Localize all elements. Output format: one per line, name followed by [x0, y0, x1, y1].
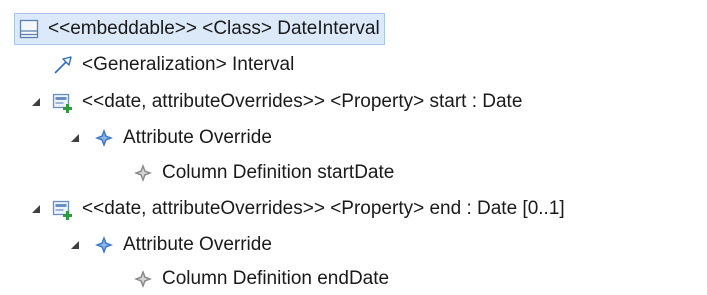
property-icon [52, 91, 74, 113]
tree-item-label: Column Definition startDate [162, 162, 395, 183]
tree-item-label: <<date, attributeOverrides>> <Property> … [82, 198, 565, 219]
tree-item-property-end[interactable]: <<date, attributeOverrides>> <Property> … [52, 193, 565, 225]
class-icon [18, 18, 40, 40]
tree-item-property-start[interactable]: <<date, attributeOverrides>> <Property> … [52, 86, 522, 118]
tree-item-label: Attribute Override [123, 127, 272, 148]
expanded-triangle-icon[interactable] [70, 240, 80, 250]
tree-item-label: <Generalization> Interval [82, 54, 295, 75]
tree-item-generalization-interval[interactable]: <Generalization> Interval [52, 49, 294, 81]
tree-item-label: Column Definition endDate [162, 268, 390, 289]
model-explorer-tree: <<embeddable>> <Class> DateInterval <Gen… [0, 0, 707, 294]
property-icon [52, 198, 74, 220]
tree-item-attribute-override-start[interactable]: Attribute Override [93, 122, 272, 154]
tree-item-column-definition-startdate[interactable]: Column Definition startDate [132, 157, 394, 189]
tree-item-attribute-override-end[interactable]: Attribute Override [93, 229, 272, 261]
stereotype-property-icon [132, 162, 154, 184]
expanded-triangle-icon[interactable] [31, 97, 41, 107]
tree-item-dateinterval-class[interactable]: <<embeddable>> <Class> DateInterval [14, 13, 385, 45]
tree-item-label: <<date, attributeOverrides>> <Property> … [82, 91, 523, 112]
expanded-triangle-icon[interactable] [31, 204, 41, 214]
stereotype-property-icon [132, 268, 154, 290]
generalization-icon [52, 54, 74, 76]
stereotype-application-icon [93, 234, 115, 256]
expanded-triangle-icon[interactable] [70, 133, 80, 143]
stereotype-application-icon [93, 127, 115, 149]
tree-item-label: Attribute Override [123, 234, 272, 255]
tree-item-column-definition-enddate[interactable]: Column Definition endDate [132, 263, 389, 295]
tree-item-label: <<embeddable>> <Class> DateInterval [48, 18, 380, 39]
